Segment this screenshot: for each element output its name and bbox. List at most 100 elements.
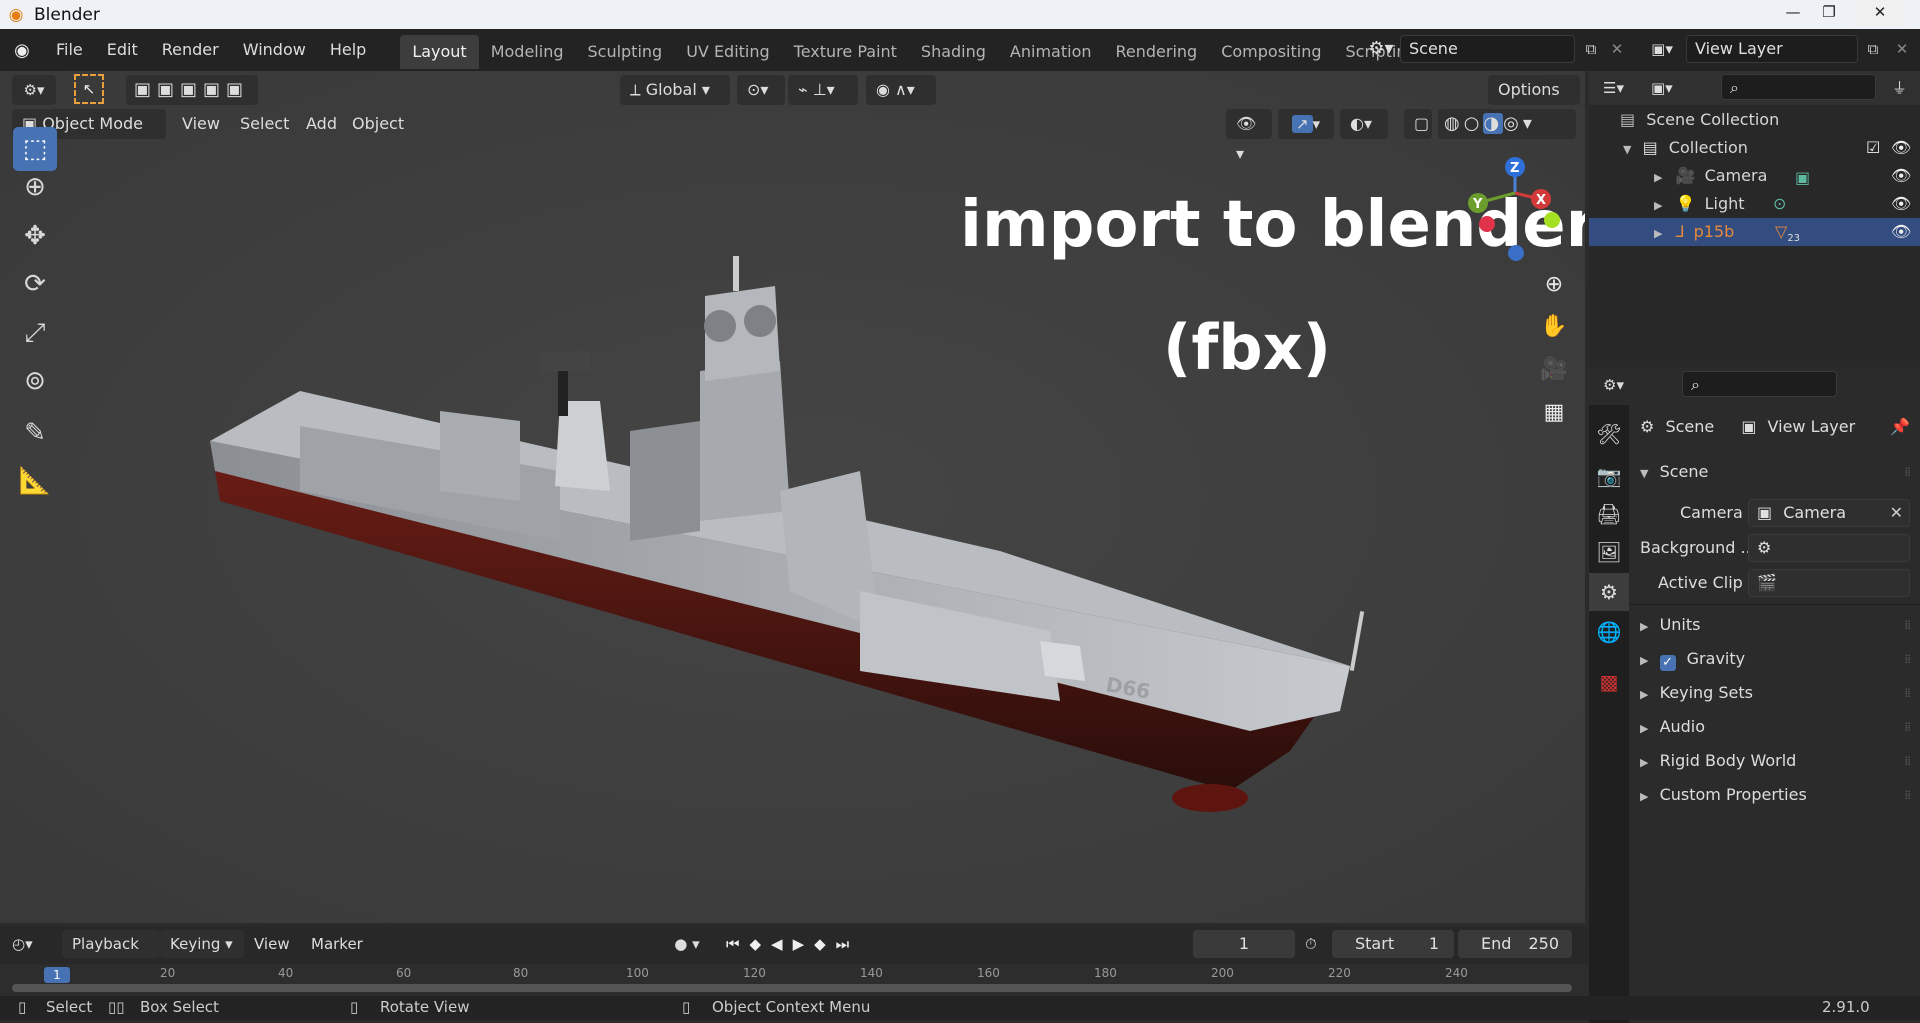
blender-menu-icon[interactable]: ◉ (0, 40, 44, 61)
outliner-row-camera[interactable]: ▶ 🎥 Camera ▣ 👁 (1589, 162, 1920, 190)
camera-property-field[interactable]: ▣ Camera ✕ (1748, 499, 1910, 527)
scene-selector-icon[interactable]: ⚙▾ (1366, 35, 1396, 63)
scene-field[interactable]: Scene (1400, 35, 1575, 63)
selection-mode-icons[interactable]: ▣▣▣▣▣ (126, 75, 258, 105)
render-tab-icon[interactable]: 📷 (1589, 457, 1629, 495)
delete-view-layer-icon[interactable]: ✕ (1890, 35, 1914, 63)
menu-file[interactable]: File (44, 29, 95, 71)
menu-help[interactable]: Help (318, 29, 378, 71)
view-layer-field[interactable]: View Layer (1686, 35, 1858, 63)
background-scene-field[interactable]: ⚙ (1748, 534, 1910, 562)
overlays-icon[interactable]: ◐▾ (1340, 109, 1388, 139)
timeline-menu-view[interactable]: View (254, 930, 290, 958)
perspective-grid-icon[interactable]: ▦ (1538, 397, 1570, 429)
tab-animation[interactable]: Animation (998, 35, 1104, 69)
stopwatch-icon[interactable]: ⏱ (1305, 930, 1327, 958)
scene-panel-header[interactable]: ▼ Scene ⁞⁞ (1640, 456, 1911, 488)
expand-camera-icon[interactable]: ▶ (1654, 171, 1662, 184)
collection-visibility-eye-icon[interactable]: 👁 (1891, 134, 1911, 162)
tab-texture-paint[interactable]: Texture Paint (782, 35, 909, 69)
tab-shading[interactable]: Shading (909, 35, 998, 69)
tab-rendering[interactable]: Rendering (1104, 35, 1210, 69)
units-panel-header[interactable]: ▶ Units ⁞⁞ (1640, 609, 1911, 641)
rotate-tool[interactable]: ⟳ (13, 262, 57, 306)
timeline-scrollbar[interactable] (12, 984, 1572, 992)
auto-keying-icon[interactable]: ● ▾ (662, 930, 712, 958)
gravity-checkbox[interactable]: ✓ (1659, 655, 1676, 671)
pin-icon[interactable]: 📌 (1890, 412, 1910, 442)
expand-custom-properties-icon[interactable]: ▶ (1640, 790, 1648, 803)
timeline-editor-type-icon[interactable]: ◴▾ (12, 930, 54, 958)
tool-settings-icon[interactable]: ⚙▾ (12, 75, 56, 105)
editor-type-icon[interactable]: ⚙▾ (1603, 372, 1643, 398)
drag-handle-icon[interactable]: ⁞⁞ (1904, 779, 1911, 811)
drag-handle-icon[interactable]: ⁞⁞ (1904, 745, 1911, 777)
expand-audio-icon[interactable]: ▶ (1640, 722, 1648, 735)
outliner-row-scene-collection[interactable]: ▤ Scene Collection (1589, 106, 1920, 134)
options-dropdown[interactable]: Options ▾ (1488, 75, 1580, 129)
outliner-row-collection[interactable]: ▼ ▤ Collection ☑ 👁 (1589, 134, 1920, 162)
new-scene-icon[interactable]: ⧉ (1578, 35, 1604, 63)
collapse-scene-icon[interactable]: ▼ (1640, 467, 1648, 480)
scene-tab-icon[interactable]: ⚙ (1589, 573, 1629, 611)
playback-controls[interactable]: ⏮◆◀▶◆⏭ (726, 930, 892, 958)
properties-search-input[interactable]: ⌕ (1682, 371, 1837, 397)
expand-gravity-icon[interactable]: ▶ (1640, 654, 1648, 667)
delete-scene-icon[interactable]: ✕ (1606, 35, 1628, 63)
tab-compositing[interactable]: Compositing (1209, 35, 1333, 69)
shading-modes[interactable]: ◍○◑◎▾ (1438, 109, 1576, 139)
clear-camera-icon[interactable]: ✕ (1890, 500, 1903, 526)
gravity-panel-header[interactable]: ▶ ✓ Gravity ⁞⁞ (1640, 643, 1911, 675)
camera-visibility-eye-icon[interactable]: 👁 (1891, 162, 1911, 190)
outliner-filter-type-icon[interactable]: ▣▾ (1651, 75, 1691, 101)
menu-add[interactable]: Add (296, 109, 347, 139)
end-frame-field[interactable]: End 250 (1458, 930, 1572, 958)
expand-light-icon[interactable]: ▶ (1654, 199, 1662, 212)
gizmo-toggle-icon[interactable]: ↗ ▾ (1278, 109, 1334, 139)
playhead-frame-indicator[interactable]: 1 (44, 967, 70, 983)
collection-checkbox[interactable]: ☑ (1866, 134, 1880, 162)
timeline-ruler[interactable]: 1 20 40 60 80 100 120 140 160 180 200 22… (0, 964, 1589, 996)
tab-sculpting[interactable]: Sculpting (575, 35, 674, 69)
drag-handle-icon[interactable]: ⁞⁞ (1904, 456, 1911, 488)
pan-hand-icon[interactable]: ✋ (1538, 311, 1570, 343)
tab-uv-editing[interactable]: UV Editing (674, 35, 781, 69)
output-tab-icon[interactable]: 🖨 (1589, 495, 1629, 533)
expand-collection-icon[interactable]: ▼ (1623, 143, 1631, 156)
active-tool-icon[interactable]: ↖ (74, 74, 104, 104)
pivot-point-icon[interactable]: ⊙▾ (737, 75, 785, 105)
rigid-body-world-panel-header[interactable]: ▶ Rigid Body World ⁞⁞ (1640, 745, 1911, 777)
display-mode-icon[interactable]: ☰▾ (1603, 75, 1639, 101)
audio-panel-header[interactable]: ▶ Audio ⁞⁞ (1640, 711, 1911, 743)
playback-dropdown[interactable]: Playback ▾ (62, 930, 160, 981)
expand-keying-sets-icon[interactable]: ▶ (1640, 688, 1648, 701)
tab-layout[interactable]: Layout (400, 35, 479, 69)
move-tool[interactable]: ✥ (13, 214, 57, 258)
menu-select[interactable]: Select (230, 109, 299, 139)
scale-tool[interactable]: ⤢ (13, 311, 57, 355)
view-layer-tab-icon[interactable]: 🖼 (1589, 533, 1629, 571)
drag-handle-icon[interactable]: ⁞⁞ (1904, 711, 1911, 743)
xray-icon[interactable]: ▢ (1404, 109, 1432, 139)
camera-view-icon[interactable]: 🎥 (1538, 354, 1570, 386)
keying-sets-panel-header[interactable]: ▶ Keying Sets ⁞⁞ (1640, 677, 1911, 709)
outliner-row-light[interactable]: ▶ 💡 Light ⊙ 👁 (1589, 190, 1920, 218)
view-layer-icon[interactable]: ▣▾ (1642, 35, 1682, 63)
measure-tool[interactable]: 📐 (13, 459, 57, 503)
drag-handle-icon[interactable]: ⁞⁞ (1904, 677, 1911, 709)
drag-handle-icon[interactable]: ⁞⁞ (1904, 643, 1911, 675)
expand-p15b-icon[interactable]: ▶ (1654, 227, 1662, 240)
keying-dropdown[interactable]: Keying ▾ (160, 930, 244, 958)
proportional-editing-icon[interactable]: ◉ ∧▾ (866, 75, 936, 105)
current-frame-field[interactable]: 1 (1193, 930, 1295, 958)
annotate-tool[interactable]: ✎ (13, 411, 57, 455)
expand-units-icon[interactable]: ▶ (1640, 620, 1648, 633)
texture-tab-icon[interactable]: ▩ (1589, 663, 1629, 701)
transform-orientation-dropdown[interactable]: ⟂ Global ▾ (620, 75, 730, 105)
p15b-visibility-eye-icon[interactable]: 👁 (1891, 218, 1911, 246)
custom-properties-panel-header[interactable]: ▶ Custom Properties ⁞⁞ (1640, 779, 1911, 811)
tool-tab-icon[interactable]: 🛠 (1589, 415, 1629, 453)
visibility-icon[interactable]: 👁▾ (1226, 109, 1272, 163)
3d-viewport[interactable]: D66 import to blender (fbx) Z X Y ⚙▾ ↖ ▣… (0, 71, 1585, 923)
timeline-menu-marker[interactable]: Marker (311, 930, 363, 958)
